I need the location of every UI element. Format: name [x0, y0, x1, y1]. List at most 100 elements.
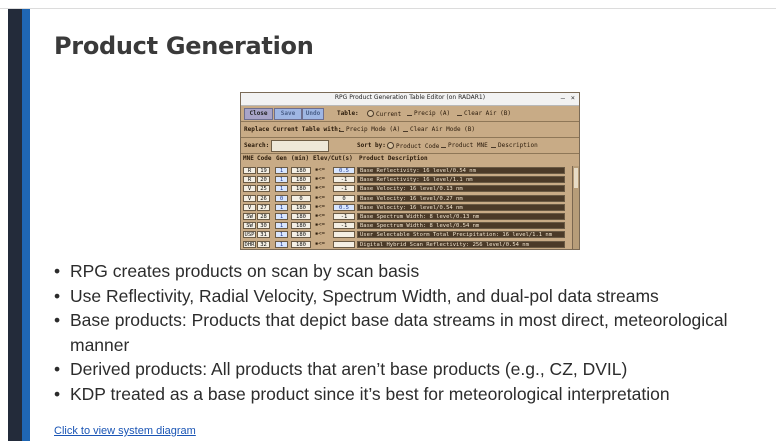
sort-option-description: Description	[491, 142, 538, 149]
cell-code: 25	[257, 185, 270, 193]
header-mne: MNE	[243, 155, 254, 162]
cell-mne: SW	[243, 213, 256, 220]
table-option-precip: Precip (A)	[407, 110, 450, 117]
cell-min: 180	[291, 185, 311, 193]
cell-mne: SW	[243, 222, 256, 230]
cell-description: Base Reflectivity: 16 level/1.1 nm	[357, 176, 565, 184]
cell-gen: 1	[275, 167, 288, 174]
sort-option-product-mne: Product MNE	[441, 142, 488, 149]
cell-description: User Selectable Storm Total Precipitatio…	[357, 231, 565, 239]
table-option-clear-air: Clear Air (B)	[457, 110, 511, 117]
cell-mne: V	[243, 194, 256, 202]
bullet-item: • Derived products: All products that are…	[54, 359, 628, 380]
cell-gen: 1	[275, 231, 288, 239]
left-accent-bar-dark	[8, 9, 22, 441]
cell-gen: 1	[275, 240, 288, 248]
cell-description: Base Velocity: 16 level/0.13 nm	[357, 185, 565, 193]
table-row: DHR 32 1 180 ▪<= Digital Hybrid Scan Reflecti…	[241, 240, 571, 249]
elev-arrow-icon: ▪<=	[315, 231, 325, 238]
cell-mne: USP	[243, 231, 256, 239]
search-label: Search:	[244, 142, 270, 149]
cell-description: Base Velocity: 16 level/0.54 nm	[357, 203, 565, 211]
sort-option-product-code: Product Code	[387, 142, 439, 150]
cell-code: 28	[257, 213, 270, 220]
replace-option-precip: Precip Mode (A)	[339, 126, 400, 133]
header-elev: Elev/Cut(s)	[313, 155, 353, 162]
cell-min: 180	[291, 167, 311, 174]
window-titlebar: RPG Product Generation Table Editor (on …	[241, 93, 579, 106]
product-table: R 19 1 180 ▪<= 0.5 Base Reflectivity: 16 level…	[241, 166, 571, 249]
table-row: R 20 1 180 ▪<= -1 Base Reflectivity: 16 level/…	[241, 175, 571, 184]
cell-code: 31	[257, 231, 270, 239]
table-row: V 26 0 0 ▪<= 0 Base Velocity: 16 level/0.27 nm	[241, 194, 571, 203]
cell-description: Base Reflectivity: 16 level/0.54 nm	[357, 167, 565, 174]
cell-mne: R	[243, 176, 256, 184]
cell-code: 19	[257, 167, 270, 174]
cell-elev: -1	[333, 222, 355, 230]
minimize-icon: –	[560, 94, 565, 102]
sort-label: Sort by:	[357, 142, 386, 149]
table-label: Table:	[337, 110, 359, 117]
cell-gen: 1	[275, 222, 288, 230]
header-description: Product Description	[359, 155, 428, 162]
cell-min: 180	[291, 176, 311, 184]
cell-mne: DHR	[243, 240, 256, 248]
cell-gen: 1	[275, 213, 288, 220]
replace-row: Replace Current Table with: Precip Mode …	[241, 122, 579, 137]
cell-gen: 0	[275, 194, 288, 202]
elev-arrow-icon: ▪<=	[315, 240, 325, 247]
elev-arrow-icon: ▪<=	[315, 194, 325, 201]
cell-elev: -1	[333, 176, 355, 184]
bullet-item: • Use Reflectivity, Radial Velocity, Spec…	[54, 285, 659, 306]
table-scrollbar	[572, 166, 579, 249]
table-option-current: Current	[367, 110, 401, 118]
cell-mne: V	[243, 185, 256, 193]
cell-code: 32	[257, 240, 270, 248]
table-row: R 19 1 180 ▪<= 0.5 Base Reflectivity: 16 level…	[241, 166, 571, 175]
cell-elev	[333, 240, 355, 248]
rpg-editor-window: RPG Product Generation Table Editor (on …	[240, 92, 580, 250]
elev-arrow-icon: ▪<=	[315, 185, 325, 192]
cell-description: Digital Hybrid Scan Reflectivity: 256 le…	[357, 240, 565, 248]
table-row: V 25 1 180 ▪<= -1 Base Velocity: 16 level/0.13…	[241, 184, 571, 193]
table-row: SW 30 1 180 ▪<= -1 Base Spectrum Width: 8 leve…	[241, 221, 571, 230]
search-input	[271, 140, 329, 152]
header-min: (min)	[291, 155, 310, 162]
cell-mne: R	[243, 167, 256, 174]
system-diagram-link[interactable]: Click to view system diagram	[54, 425, 196, 437]
cell-min: 0	[291, 194, 311, 202]
elev-arrow-icon: ▪<=	[315, 203, 325, 210]
cell-elev: 0.5	[333, 203, 355, 211]
close-button: Close	[244, 108, 273, 120]
bullet-item: • Base products: Products that depict bas…	[54, 310, 728, 355]
cell-description: Base Velocity: 16 level/0.27 nm	[357, 194, 565, 202]
cell-code: 26	[257, 194, 270, 202]
cell-min: 180	[291, 240, 311, 248]
cell-description: Base Spectrum Width: 8 level/0.54 nm	[357, 222, 565, 230]
cell-elev: -1	[333, 213, 355, 220]
bullet-list: • RPG creates products on scan by scan ba…	[52, 259, 762, 407]
table-row: USP 31 1 180 ▪<= User Selectable Storm Total …	[241, 230, 571, 239]
cell-gen: 1	[275, 185, 288, 193]
cell-elev: -1	[333, 185, 355, 193]
cell-code: 20	[257, 176, 270, 184]
toolbar-row: Close Save Undo Table: Current Precip (A…	[241, 106, 579, 121]
cell-description: Base Spectrum Width: 8 level/0.13 nm	[357, 213, 565, 220]
cell-elev: 0.5	[333, 167, 355, 174]
close-icon: ×	[570, 94, 575, 102]
cell-min: 180	[291, 203, 311, 211]
elev-arrow-icon: ▪<=	[315, 167, 325, 173]
cell-gen: 1	[275, 176, 288, 184]
table-row: V 27 1 180 ▪<= 0.5 Base Velocity: 16 level/0.5…	[241, 203, 571, 212]
header-gen: Gen	[276, 155, 287, 162]
window-title: RPG Product Generation Table Editor (on …	[334, 94, 486, 101]
search-row: Search: Sort by: Product Code Product MN…	[241, 138, 579, 153]
bullet-item: • KDP treated as a base product since it’…	[54, 383, 670, 404]
elev-arrow-icon: ▪<=	[315, 176, 325, 183]
cell-code: 30	[257, 222, 270, 230]
bullet-item: • RPG creates products on scan by scan ba…	[54, 261, 420, 281]
undo-button: Undo	[302, 108, 324, 120]
cell-min: 180	[291, 222, 311, 230]
top-rule	[0, 0, 776, 9]
cell-gen: 1	[275, 203, 288, 211]
